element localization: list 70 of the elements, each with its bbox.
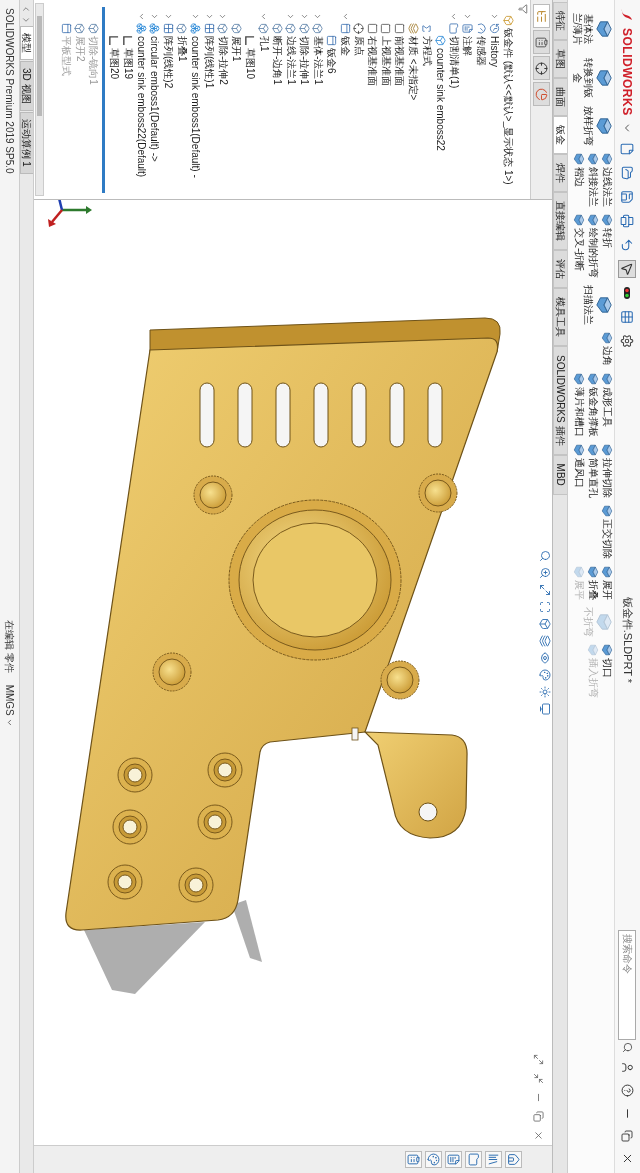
tree-item[interactable]: 材质 <未指定> <box>406 36 421 101</box>
product-version: SOLIDWORKS Premium 2019 SP5.0 <box>4 8 15 174</box>
ribbon-tab[interactable]: SOLIDWORKS 插件 <box>553 346 567 455</box>
ribbon-tab[interactable]: 评估 <box>553 250 567 288</box>
ribbon-button[interactable]: 斜接法兰 <box>586 151 600 209</box>
window-title: 钣金件.SLDPRT * <box>621 596 635 684</box>
tree-item[interactable]: 阵列(线性)2 <box>161 36 176 89</box>
ribbon-button[interactable]: 交叉-折断 <box>572 212 586 280</box>
tree-item[interactable]: 草图10 <box>242 48 257 80</box>
tree-item[interactable]: 切除-拉伸2 <box>215 36 230 85</box>
tree-item[interactable]: 注解 <box>460 36 475 56</box>
ribbon-button[interactable]: 基体法兰/薄片 <box>568 6 614 52</box>
ribbon-button[interactable]: 边角 <box>600 330 614 368</box>
ribbon-tab[interactable]: 特征 <box>553 2 567 40</box>
tree-item[interactable]: 阵列(线性)1 <box>202 36 217 89</box>
tree-item[interactable]: circular emboss1(Default) -> <box>149 36 161 162</box>
ribbon-button[interactable]: 转换到钣金 <box>568 55 614 101</box>
tree-item[interactable]: 边线-法兰1 <box>283 36 298 85</box>
model-tab[interactable]: 运动算例 1 <box>20 111 33 174</box>
ribbon-tab[interactable]: 模具工具 <box>553 288 567 346</box>
tree-item[interactable]: 草图19 <box>120 48 135 80</box>
model-tab[interactable]: 3D 视图 <box>20 61 33 111</box>
ribbon-button[interactable]: 褶边 <box>572 151 586 209</box>
app-logo: SOLIDWORKS <box>620 28 635 116</box>
tree-item[interactable]: History <box>489 36 501 68</box>
ribbon-button[interactable]: 正交切除 <box>600 503 614 561</box>
ribbon-button[interactable]: 折叠 <box>586 564 600 602</box>
tree-item[interactable]: 草图20 <box>107 48 121 80</box>
tree-item[interactable]: 展开1 <box>229 36 244 62</box>
ribbon-button[interactable]: 放样折弯 <box>568 104 614 148</box>
tree-item[interactable]: 前视基准面 <box>392 36 407 86</box>
ribbon-button[interactable]: 简单直孔 <box>586 442 600 500</box>
ribbon-button[interactable]: 绘制的折弯 <box>586 212 600 280</box>
ribbon-tab[interactable]: 曲面 <box>553 78 567 116</box>
ribbon-button[interactable]: 薄片和槽口 <box>572 371 586 439</box>
tree-item[interactable]: counter sink emboss22 <box>434 48 446 151</box>
ribbon-tab[interactable]: MBD <box>553 454 567 495</box>
tree-item[interactable]: counter sink emboss1(Default) - <box>190 36 202 178</box>
tree-item[interactable]: 基体-法兰1 <box>310 36 325 85</box>
ribbon-button[interactable]: 展开 <box>600 564 614 602</box>
tree-item[interactable]: 钣金 <box>338 36 353 56</box>
ribbon-tab[interactable]: 直接编辑 <box>553 192 567 250</box>
tree-item[interactable]: 孔1 <box>256 36 271 52</box>
tree-item[interactable]: counter sink emboss22(Default) <box>135 36 147 178</box>
tree-item[interactable]: 右视基准面 <box>365 36 380 86</box>
ribbon-button[interactable]: 拉伸切除 <box>600 442 614 500</box>
tree-item[interactable]: 钣金件 (默认<<默认>_显示状态 1>) <box>501 28 516 185</box>
ribbon-tab[interactable]: 钣金 <box>553 116 567 154</box>
ribbon-button[interactable]: 扫描法兰 <box>568 283 614 327</box>
tree-item[interactable]: 钣金6 <box>324 48 339 74</box>
model-tab[interactable]: 模型 <box>20 26 33 60</box>
ribbon-button[interactable]: 成形工具 <box>600 371 614 439</box>
ribbon-tab[interactable]: 焊件 <box>553 154 567 192</box>
ribbon-tab[interactable]: 草图 <box>553 40 567 78</box>
ribbon-button[interactable]: 通风口 <box>572 442 586 500</box>
ribbon-button[interactable]: 钣金角撑板 <box>586 371 600 439</box>
ribbon-button[interactable]: 转折 <box>600 212 614 280</box>
tree-item[interactable]: 方程式 <box>419 36 434 66</box>
tree-item[interactable]: 传感器 <box>474 36 488 66</box>
tree-item[interactable]: 切割清单(1) <box>446 36 461 89</box>
tree-item[interactable]: 断开-边角1 <box>270 36 285 85</box>
edit-mode: 在编辑 零件 <box>3 619 17 673</box>
tree-item[interactable]: 上视基准面 <box>378 36 393 86</box>
tree-item[interactable]: 原点 <box>351 36 366 56</box>
units-button[interactable]: MMGS <box>4 682 15 729</box>
tree-item[interactable]: 切除-拉伸1 <box>297 36 312 85</box>
ribbon-button[interactable]: 切口 <box>600 642 614 700</box>
search-field[interactable]: 搜索命令 <box>618 930 637 1040</box>
tree-item[interactable]: 折叠1 <box>174 36 189 62</box>
ribbon-button[interactable]: 边线法兰 <box>600 151 614 209</box>
